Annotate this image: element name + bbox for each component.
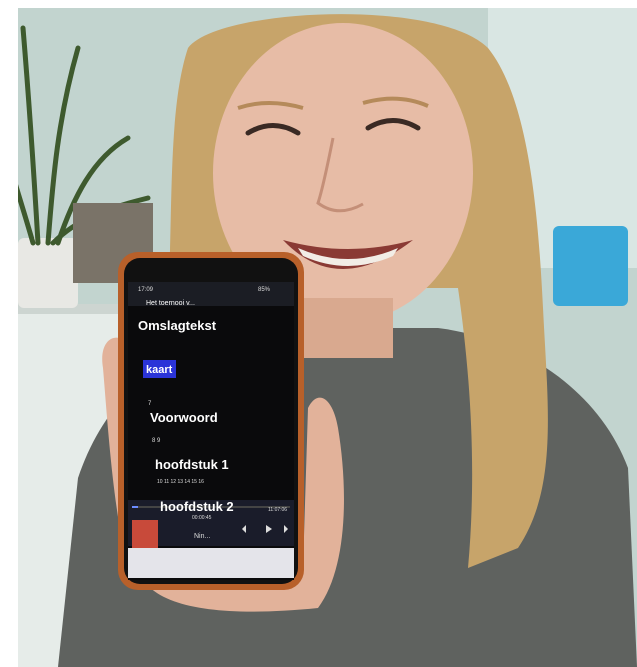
toc-item[interactable]: hoofdstuk 2 — [160, 499, 234, 514]
toc-item[interactable]: hoofdstuk 1 — [155, 457, 229, 472]
nav-bar — [128, 548, 294, 578]
toc-item[interactable]: Omslagtekst — [138, 318, 216, 333]
progress-fill — [132, 506, 138, 508]
toc-pages: 10 11 12 13 14 15 16 — [157, 479, 204, 485]
toc-pages: 8 9 — [152, 438, 161, 444]
plant-pot — [18, 238, 78, 308]
player-elapsed: 00:00:45 — [192, 515, 212, 521]
blue-object — [553, 226, 628, 306]
toc-item[interactable]: Voorwoord — [150, 410, 218, 425]
app-bar-title: Het toernooi v... — [146, 300, 195, 307]
toc-item-highlighted[interactable]: kaart — [146, 364, 172, 376]
status-time: 17:09 — [138, 287, 154, 293]
toc-pages: 7 — [148, 401, 152, 407]
album-art — [132, 520, 158, 550]
player-total: 11:07:06 — [268, 507, 288, 513]
player-track-label[interactable]: Nin... — [194, 533, 210, 540]
photo-scene: 17:09 85% Het toernooi v... Omslagtekst … — [0, 0, 637, 667]
neck — [298, 298, 393, 358]
photo — [18, 8, 637, 667]
status-battery: 85% — [258, 287, 271, 293]
